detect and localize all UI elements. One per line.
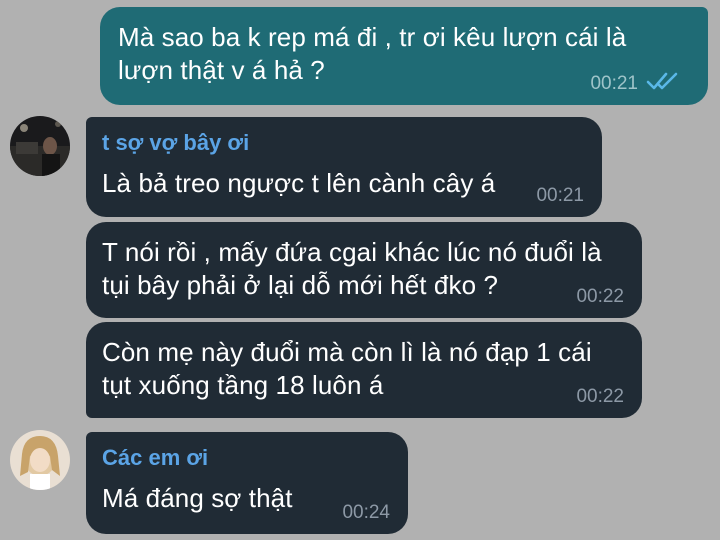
incoming-message-bubble[interactable]: Còn mẹ này đuổi mà còn lì là nó đạp 1 cá… xyxy=(86,322,642,418)
sender-name[interactable]: Các em ơi xyxy=(102,444,388,472)
incoming-message-bubble[interactable]: t sợ vợ bây ơi Là bả treo ngược t lên cà… xyxy=(86,117,602,217)
avatar[interactable] xyxy=(10,116,70,176)
message-time: 00:24 xyxy=(342,502,390,523)
incoming-message-bubble[interactable]: T nói rồi , mấy đứa cgai khác lúc nó đuổ… xyxy=(86,222,642,318)
message-text: T nói rồi , mấy đứa cgai khác lúc nó đuổ… xyxy=(102,237,602,300)
message-time: 00:22 xyxy=(576,286,624,307)
outgoing-message-bubble[interactable]: Mà sao ba k rep má đi , tr ơi kêu lượn c… xyxy=(100,7,708,105)
message-text: Còn mẹ này đuổi mà còn lì là nó đạp 1 cá… xyxy=(102,337,592,400)
avatar[interactable] xyxy=(10,430,70,490)
double-check-icon xyxy=(646,72,678,90)
message-time: 00:21 xyxy=(536,185,584,206)
message-text: Là bả treo ngược t lên cành cây á xyxy=(102,168,496,198)
incoming-message-bubble[interactable]: Các em ơi Má đáng sợ thật 00:24 xyxy=(86,432,408,534)
message-time: 00:22 xyxy=(576,386,624,407)
sender-name[interactable]: t sợ vợ bây ơi xyxy=(102,129,582,157)
message-time: 00:21 xyxy=(590,73,638,94)
